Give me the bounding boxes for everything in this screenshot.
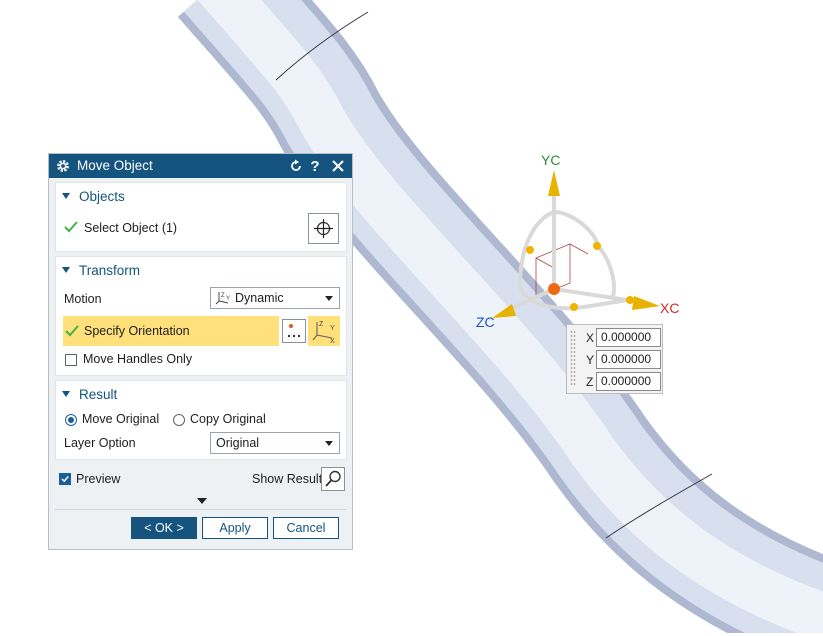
coord-x-label: X (586, 331, 595, 345)
ok-button[interactable]: < OK > (131, 517, 197, 539)
collapse-triangle-icon (62, 193, 70, 199)
svg-text:Y: Y (226, 296, 230, 302)
move-object-dialog: Move Object ? Objects Select Object (1) (48, 153, 353, 550)
move-original-radio[interactable] (65, 414, 77, 426)
cancel-button[interactable]: Cancel (273, 517, 339, 539)
motion-dropdown[interactable]: ZY Dynamic (210, 287, 340, 309)
svg-text:X: X (330, 338, 335, 345)
collapse-triangle-icon (62, 267, 70, 273)
motion-value: Dynamic (235, 291, 284, 305)
move-original-label: Move Original (82, 412, 160, 426)
checkmark-icon (64, 221, 78, 236)
copy-original-label: Copy Original (190, 412, 266, 426)
objects-group-header[interactable]: Objects (62, 187, 125, 205)
expand-more-icon[interactable] (197, 498, 207, 504)
reset-icon[interactable] (287, 157, 305, 175)
apply-button[interactable]: Apply (202, 517, 268, 539)
coord-row-x: X 0.000000 (567, 328, 664, 348)
result-group: Result Move Original Copy Original Layer… (55, 380, 347, 460)
chevron-down-icon (325, 296, 333, 301)
coord-z-label: Z (586, 375, 594, 389)
copy-original-radio[interactable] (173, 414, 185, 426)
separator (55, 509, 347, 510)
collapse-triangle-icon (62, 391, 70, 397)
objects-group-label: Objects (79, 188, 125, 204)
show-result-button[interactable] (321, 467, 345, 491)
transform-group-label: Transform (79, 262, 141, 278)
specify-orientation-label: Specify Orientation (84, 324, 190, 338)
coord-row-z: Z 0.000000 (567, 372, 664, 392)
objects-group: Objects Select Object (1) (55, 182, 347, 252)
checkmark-icon (65, 325, 79, 340)
coord-x-input[interactable]: 0.000000 (596, 328, 661, 347)
point-dialog-button[interactable] (282, 319, 306, 343)
magnifier-icon (325, 470, 341, 487)
show-result-label: Show Result (252, 472, 323, 486)
help-icon[interactable]: ? (306, 157, 324, 175)
crosshair-icon (314, 219, 333, 238)
svg-text:Z: Z (221, 293, 225, 299)
coord-z-input[interactable]: 0.000000 (596, 372, 661, 391)
dialog-title: Move Object (77, 158, 153, 173)
coord-y-label: Y (586, 353, 595, 367)
csys-icon: ZYX (312, 321, 335, 345)
chevron-down-icon (325, 441, 333, 446)
specify-orientation-row[interactable]: Specify Orientation (63, 316, 279, 346)
axis-label-yc: YC (541, 152, 561, 168)
layer-option-dropdown[interactable]: Original (210, 432, 340, 454)
dynamic-csys-icon: ZY (215, 290, 231, 309)
layer-option-label: Layer Option (64, 436, 136, 450)
move-handles-only-checkbox[interactable] (65, 354, 77, 366)
coordinate-input-box: X 0.000000 Y 0.000000 Z 0.000000 (566, 324, 663, 394)
dialog-title-bar[interactable]: Move Object ? (49, 154, 352, 178)
layer-option-value: Original (216, 436, 260, 450)
move-handles-only-label: Move Handles Only (83, 352, 193, 366)
motion-label: Motion (64, 292, 102, 306)
result-group-label: Result (79, 386, 118, 402)
transform-group: Transform Motion ZY Dynamic Specify Orie… (55, 256, 347, 376)
gear-icon[interactable] (54, 157, 72, 175)
coord-row-y: Y 0.000000 (567, 350, 664, 370)
select-object-label[interactable]: Select Object (1) (84, 221, 177, 235)
result-group-header[interactable]: Result (62, 385, 117, 403)
svg-text:Y: Y (330, 325, 335, 332)
coord-y-input[interactable]: 0.000000 (596, 350, 661, 369)
axis-label-xc: XC (660, 300, 680, 316)
transform-group-header[interactable]: Transform (62, 261, 140, 279)
select-object-button[interactable] (308, 213, 339, 244)
close-icon[interactable] (329, 157, 347, 175)
preview-checkbox[interactable] (59, 473, 71, 485)
axis-label-zc: ZC (476, 314, 495, 330)
svg-text:Z: Z (319, 321, 324, 328)
preview-label: Preview (76, 472, 121, 486)
csys-dialog-button[interactable]: ZYX (308, 316, 340, 346)
point-dots-icon (287, 324, 301, 338)
